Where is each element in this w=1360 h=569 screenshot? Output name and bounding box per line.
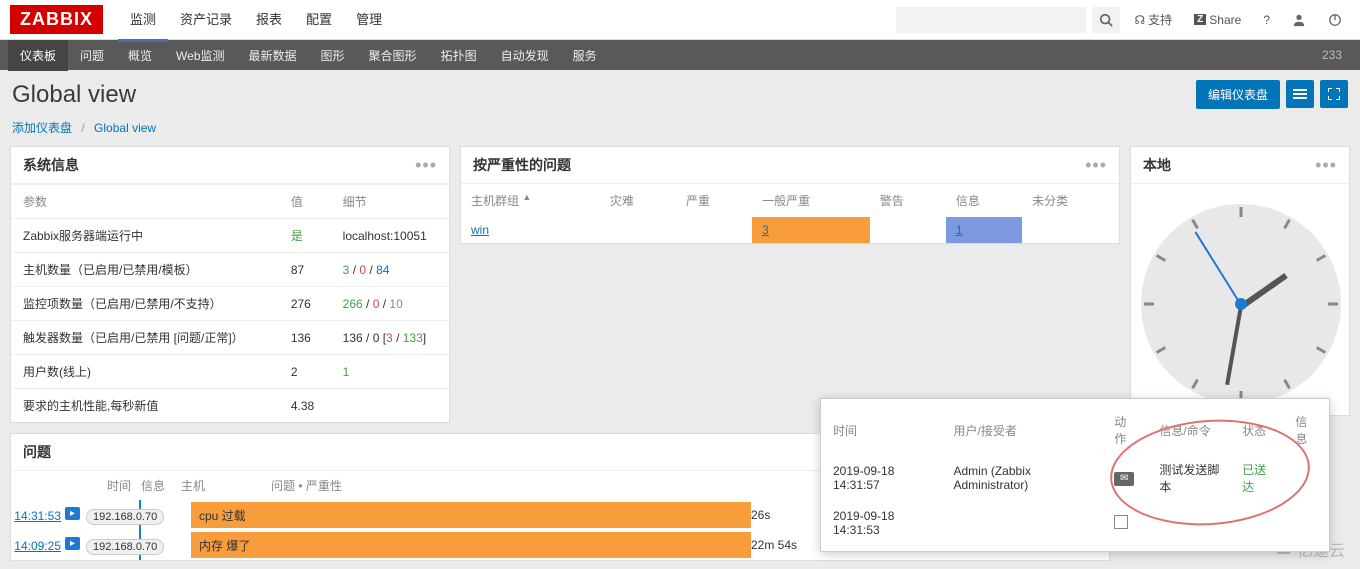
local-clock-widget: 本地 •••: [1130, 146, 1350, 416]
table-row: 主机数量（已启用/已禁用/模板）873 / 0 / 84: [11, 253, 449, 287]
subnav-item[interactable]: 拓扑图: [429, 40, 489, 71]
subnav-item[interactable]: 自动发现: [489, 40, 561, 71]
subnav-item[interactable]: 服务: [561, 40, 609, 71]
subnav-item[interactable]: Web监测: [164, 40, 236, 71]
breadcrumb: 添加仪表盘 / Global view: [0, 115, 1360, 146]
help-icon[interactable]: ?: [1255, 9, 1278, 31]
widget-menu-icon[interactable]: •••: [1085, 162, 1107, 168]
col-host: 主机: [181, 477, 271, 494]
severity-widget: 按严重性的问题 ••• 主机群组 ▲灾难严重一般严重警告信息未分类win31: [460, 146, 1120, 244]
user-icon[interactable]: [1284, 9, 1314, 31]
table-row: 用户数(线上)21: [11, 355, 449, 389]
widget-title: 问题: [23, 442, 51, 462]
topnav-item[interactable]: 配置: [294, 0, 344, 42]
logo[interactable]: ZABBIX: [10, 5, 103, 34]
subnav-item[interactable]: 仪表板: [8, 40, 68, 71]
support-link[interactable]: ☊支持: [1126, 7, 1180, 32]
subnav-item[interactable]: 概览: [116, 40, 164, 71]
topnav-item[interactable]: 管理: [344, 0, 394, 42]
topnav-item[interactable]: 报表: [244, 0, 294, 42]
page-title: Global view: [12, 81, 136, 109]
system-info-widget: 系统信息 ••• 参数值细节Zabbix服务器端运行中是localhost:10…: [10, 146, 450, 423]
table-row: Zabbix服务器端运行中是localhost:10051: [11, 219, 449, 253]
list-icon[interactable]: [1286, 80, 1314, 108]
table-row: 监控项数量（已启用/已禁用/不支持）276266 / 0 / 10: [11, 287, 449, 321]
popup-row: 2019-09-18 14:31:57Admin (Zabbix Adminis…: [823, 455, 1327, 501]
action-popup: 时间用户/接受者动作信息/命令状态信息2019-09-18 14:31:57Ad…: [820, 398, 1330, 552]
clock-icon: [1131, 194, 1351, 414]
table-row: win31: [461, 217, 1119, 243]
table-row: 要求的主机性能,每秒新值4.38: [11, 389, 449, 423]
popup-row: 2019-09-18 14:31:53: [823, 503, 1327, 543]
breadcrumb-current[interactable]: Global view: [94, 121, 156, 135]
widget-title: 系统信息: [23, 155, 79, 175]
subnav-item[interactable]: 图形: [309, 40, 357, 71]
widget-menu-icon[interactable]: •••: [415, 162, 437, 168]
topnav-item[interactable]: 监测: [118, 0, 168, 42]
sub-nav: 仪表板问题概览Web监测最新数据图形聚合图形拓扑图自动发现服务 233: [0, 40, 1360, 70]
subnav-item[interactable]: 聚合图形: [357, 40, 429, 71]
widget-title: 按严重性的问题: [473, 155, 571, 175]
col-problem: 问题 • 严重性: [271, 477, 871, 494]
widget-title: 本地: [1143, 155, 1171, 175]
share-link[interactable]: ZShare: [1186, 9, 1249, 31]
widget-menu-icon[interactable]: •••: [1315, 162, 1337, 168]
download-icon: [1114, 515, 1128, 529]
search-icon[interactable]: [1092, 7, 1120, 33]
top-nav: 监测资产记录报表配置管理: [118, 0, 394, 42]
breadcrumb-root[interactable]: 添加仪表盘: [12, 121, 72, 135]
mail-icon: ✉: [1114, 472, 1134, 486]
subnav-item[interactable]: 问题: [68, 40, 116, 71]
table-row: 触发器数量（已启用/已禁用 [问题/正常]）136136 / 0 [3 / 13…: [11, 321, 449, 355]
fullscreen-icon[interactable]: [1320, 80, 1348, 108]
search-input[interactable]: [896, 7, 1086, 33]
subnav-count: 233: [1312, 48, 1352, 62]
power-icon[interactable]: [1320, 9, 1350, 31]
col-time: 时间: [11, 477, 141, 494]
edit-dashboard-button[interactable]: 编辑仪表盘: [1196, 80, 1280, 109]
topnav-item[interactable]: 资产记录: [168, 0, 244, 42]
col-info: 信息: [141, 477, 181, 494]
subnav-item[interactable]: 最新数据: [237, 40, 309, 71]
